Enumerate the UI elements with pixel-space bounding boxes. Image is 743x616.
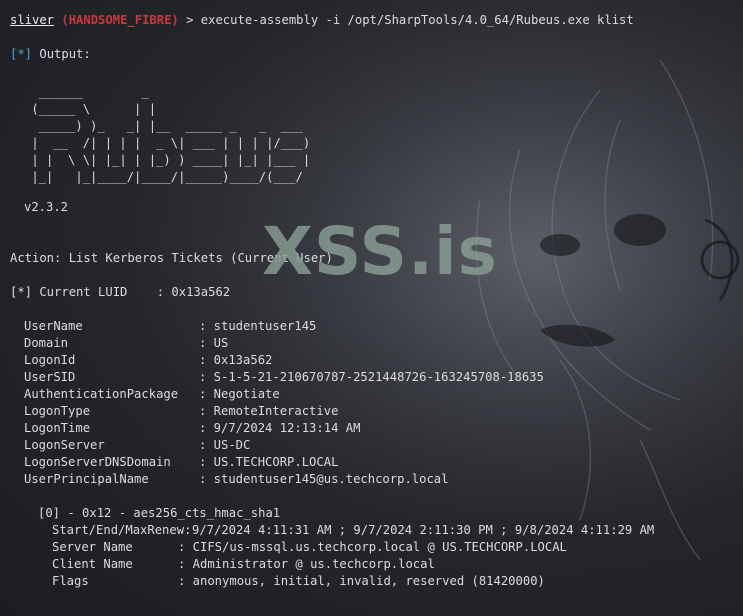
output-label: Output:: [39, 47, 91, 61]
terminal-output: sliver (HANDSOME_FIBRE) > execute-assemb…: [0, 0, 743, 616]
ticket-field-value: 9/7/2024 4:11:31 AM ; 9/7/2024 2:11:30 P…: [192, 523, 655, 537]
ticket-header: [0] - 0x12 - aes256_cts_hmac_sha1: [38, 506, 281, 520]
field-value: : S-1-5-21-210670787-2521448726-16324570…: [199, 370, 544, 384]
ticket-field-value: : CIFS/us-mssql.us.techcorp.local @ US.T…: [178, 540, 567, 554]
field-value: : US.TECHCORP.LOCAL: [199, 455, 339, 469]
field-key: LogonTime: [24, 421, 91, 435]
watermark-logo: XSS.is: [262, 213, 498, 290]
ticket-field-value: : Administrator @ us.techcorp.local: [178, 557, 435, 571]
ticket-field-key: Start/End/MaxRenew:: [52, 523, 192, 537]
field-key: LogonServerDNSDomain: [24, 455, 171, 469]
field-key: LogonId: [24, 353, 76, 367]
field-value: : 0x13a562: [199, 353, 273, 367]
field-value: : studentuser145@us.techcorp.local: [199, 472, 449, 486]
output-tag: [*]: [10, 47, 33, 61]
field-key: Domain: [24, 336, 69, 350]
rubeus-version: v2.3.2: [24, 200, 69, 214]
field-key: UserSID: [24, 370, 76, 384]
field-value: : US: [199, 336, 229, 350]
ticket-field-key: Flags: [52, 574, 89, 588]
field-value: : US-DC: [199, 438, 251, 452]
ticket-field-key: Server Name: [52, 540, 133, 554]
output-header: [*] Output:: [10, 46, 91, 63]
command-text: > execute-assembly -i /opt/SharpTools/4.…: [186, 13, 634, 27]
field-key: LogonServer: [24, 438, 105, 452]
field-key: UserPrincipalName: [24, 472, 149, 486]
current-luid-line: [*] Current LUID : 0x13a562: [10, 285, 231, 299]
prompt-user: sliver: [10, 13, 55, 27]
ticket-field-key: Client Name: [52, 557, 133, 571]
command-prompt-line[interactable]: sliver (HANDSOME_FIBRE) > execute-assemb…: [10, 12, 634, 29]
prompt-session: (HANDSOME_FIBRE): [61, 13, 179, 27]
field-value: : RemoteInteractive: [199, 404, 339, 418]
field-value: : 9/7/2024 12:13:14 AM: [199, 421, 361, 435]
field-value: : Negotiate: [199, 387, 280, 401]
field-key: LogonType: [24, 404, 91, 418]
field-key: AuthenticationPackage: [24, 387, 179, 401]
rubeus-ascii-banner: ______ _ (_____ \ | | _____) )_ _| |__ _…: [31, 85, 311, 184]
field-key: UserName: [24, 319, 83, 333]
field-value: : studentuser145: [199, 319, 317, 333]
ticket-field-value: : anonymous, initial, invalid, reserved …: [178, 574, 545, 588]
